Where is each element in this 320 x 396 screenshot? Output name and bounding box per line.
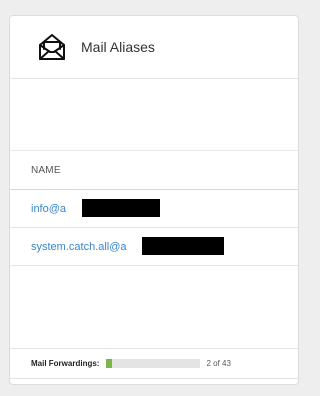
alias-row[interactable]: info@aom	[10, 190, 298, 228]
toolbar-area	[10, 79, 298, 151]
alias-prefix: system.catch.all@a	[31, 240, 127, 253]
quota-footer: Mail Forwardings: 2 of 43	[10, 349, 298, 379]
column-header-name[interactable]: NAME	[10, 151, 298, 190]
panel-title: Mail Aliases	[81, 39, 155, 55]
alias-prefix: info@a	[31, 202, 67, 215]
mail-aliases-panel: Mail Aliases NAME info@aom system.catch.…	[9, 15, 299, 385]
redaction-box	[142, 237, 224, 255]
redaction-box	[82, 199, 160, 217]
alias-row[interactable]: system.catch.all@aom	[10, 228, 298, 266]
forwardings-progress-bar	[106, 359, 201, 368]
table-empty-space	[10, 266, 298, 349]
panel-header: Mail Aliases	[10, 16, 298, 79]
forwardings-count: 2 of 43	[206, 359, 231, 368]
envelope-open-icon	[37, 32, 67, 62]
progress-fill	[106, 359, 113, 368]
mail-forwardings-label: Mail Forwardings:	[31, 359, 100, 368]
